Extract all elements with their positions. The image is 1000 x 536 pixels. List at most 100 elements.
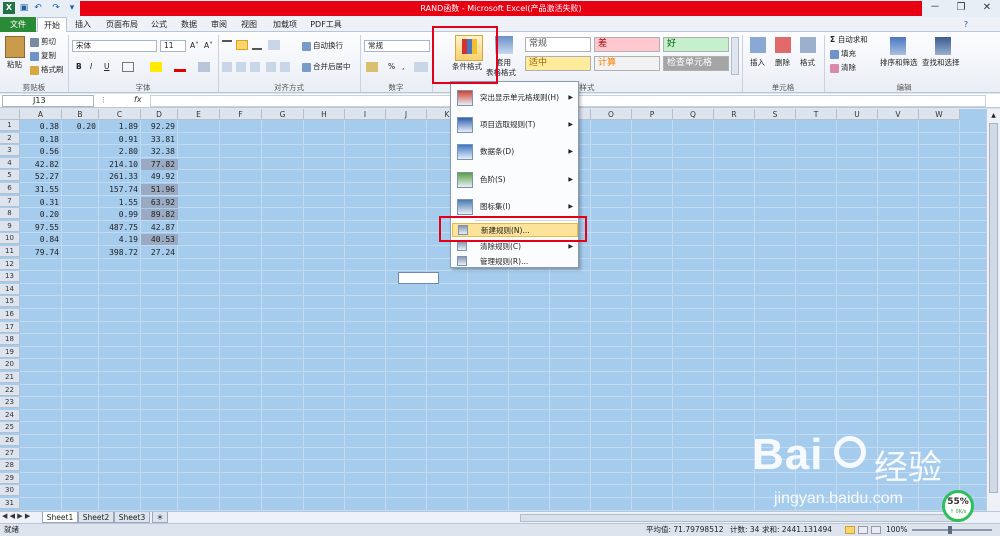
row-header-3[interactable]: 3 [0, 145, 20, 157]
fill-button[interactable]: 填充 [830, 49, 856, 59]
cell-c6[interactable]: 157.74 [99, 184, 141, 195]
column-header-g[interactable]: G [262, 109, 304, 120]
cell-d9[interactable]: 42.87 [141, 222, 178, 233]
cell-b1[interactable]: 0.20 [62, 121, 99, 132]
menu-item-7[interactable]: 管理规则(R)... [452, 255, 578, 268]
menu-item-5[interactable]: 新建规则(N)... [452, 223, 578, 237]
row-header-15[interactable]: 15 [0, 296, 20, 308]
row-header-17[interactable]: 17 [0, 321, 20, 333]
page-break-view-icon[interactable] [871, 526, 881, 534]
column-header-q[interactable]: Q [673, 109, 714, 120]
cell-b8[interactable] [62, 209, 99, 220]
row-header-27[interactable]: 27 [0, 447, 20, 459]
column-header-p[interactable]: P [632, 109, 673, 120]
format-cells-button[interactable]: 格式 [800, 58, 815, 68]
row-header-28[interactable]: 28 [0, 460, 20, 472]
name-box[interactable]: J13 [2, 95, 94, 107]
format-as-table-label-1[interactable]: 套用 [496, 58, 511, 68]
styles-scroll-icon[interactable] [731, 37, 739, 75]
scroll-up-icon[interactable]: ▲ [989, 111, 998, 120]
page-layout-view-icon[interactable] [858, 526, 868, 534]
insert-cells-icon[interactable] [750, 37, 766, 53]
tab-home[interactable]: 开始 [37, 17, 67, 32]
align-right-icon[interactable] [250, 62, 260, 72]
insert-function-button[interactable]: fx [134, 95, 142, 104]
tab-data[interactable]: 数据 [176, 17, 202, 32]
scroll-thumb[interactable] [989, 123, 998, 493]
column-header-s[interactable]: S [755, 109, 796, 120]
merge-center-button[interactable]: 合并后居中 [302, 62, 351, 72]
align-top-icon[interactable] [222, 40, 232, 50]
cell-a6[interactable]: 31.55 [20, 184, 62, 195]
zoom-level[interactable]: 100% [886, 524, 907, 536]
zoom-slider[interactable] [912, 529, 992, 531]
cell-a3[interactable]: 0.56 [20, 146, 62, 157]
row-header-2[interactable]: 2 [0, 132, 20, 144]
cell-style-0[interactable]: 常规 [525, 37, 591, 52]
cell-c4[interactable]: 214.10 [99, 159, 141, 170]
column-header-v[interactable]: V [878, 109, 919, 120]
tab-view[interactable]: 视图 [236, 17, 262, 32]
cell-c10[interactable]: 4.19 [99, 234, 141, 245]
zoom-slider-thumb[interactable] [948, 526, 952, 534]
close-button[interactable]: ✕ [974, 1, 1000, 15]
row-header-12[interactable]: 12 [0, 258, 20, 270]
cell-b10[interactable] [62, 234, 99, 245]
bold-button[interactable]: B [76, 62, 82, 72]
undo-icon[interactable]: ↶ [32, 2, 44, 14]
row-header-18[interactable]: 18 [0, 334, 20, 346]
sort-filter-button[interactable]: 排序和筛选 [880, 58, 918, 68]
column-header-f[interactable]: F [220, 109, 262, 120]
cell-a4[interactable]: 42.82 [20, 159, 62, 170]
cell-b2[interactable] [62, 134, 99, 145]
sheet-tab-2[interactable]: Sheet2 [78, 512, 114, 523]
menu-item-1[interactable]: 项目选取规则(T) ▶ [452, 113, 578, 137]
cell-style-3[interactable]: 适中 [525, 56, 591, 71]
cell-c8[interactable]: 0.99 [99, 209, 141, 220]
tab-file[interactable]: 文件 [0, 17, 36, 32]
cell-d3[interactable]: 32.38 [141, 146, 178, 157]
row-header-14[interactable]: 14 [0, 283, 20, 295]
row-header-1[interactable]: 1 [0, 120, 20, 131]
row-header-25[interactable]: 25 [0, 422, 20, 434]
format-painter-button[interactable]: 格式刷 [30, 65, 64, 75]
cell-c2[interactable]: 0.91 [99, 134, 141, 145]
row-header-24[interactable]: 24 [0, 409, 20, 421]
column-header-d[interactable]: D [141, 109, 178, 120]
cell-b7[interactable] [62, 197, 99, 208]
wrap-text-button[interactable]: 自动换行 [302, 41, 343, 51]
column-header-w[interactable]: W [919, 109, 960, 120]
clear-button[interactable]: 清除 [830, 63, 856, 73]
comma-button[interactable]: , [402, 62, 404, 72]
binoculars-icon[interactable] [935, 37, 951, 55]
row-header-7[interactable]: 7 [0, 195, 20, 207]
cell-a11[interactable]: 79.74 [20, 247, 62, 258]
tab-pdf[interactable]: PDF工具 [306, 17, 346, 32]
paste-icon[interactable] [5, 36, 25, 58]
row-header-29[interactable]: 29 [0, 472, 20, 484]
cell-a5[interactable]: 52.27 [20, 171, 62, 182]
conditional-formatting-button[interactable] [455, 35, 483, 61]
cell-c9[interactable]: 487.75 [99, 222, 141, 233]
row-header-11[interactable]: 11 [0, 246, 20, 257]
fill-color-icon[interactable] [150, 62, 162, 72]
tab-page-layout[interactable]: 页面布局 [100, 17, 144, 32]
currency-icon[interactable] [366, 62, 378, 72]
row-header-4[interactable]: 4 [0, 157, 20, 169]
autosum-button[interactable]: Σ 自动求和 [830, 35, 868, 45]
cell-d7[interactable]: 63.92 [141, 196, 178, 208]
menu-item-2[interactable]: 数据条(D) ▶ [452, 140, 578, 164]
row-header-26[interactable]: 26 [0, 435, 20, 446]
cell-d11[interactable]: 27.24 [141, 247, 178, 258]
column-header-a[interactable]: A [20, 109, 62, 120]
cell-a8[interactable]: 0.20 [20, 209, 62, 220]
format-cells-icon[interactable] [800, 37, 816, 53]
cell-c3[interactable]: 2.80 [99, 146, 141, 157]
percent-button[interactable]: % [388, 62, 395, 72]
cell-d10[interactable]: 40.53 [141, 234, 178, 246]
column-header-e[interactable]: E [178, 109, 220, 120]
help-icon[interactable]: ? [960, 17, 972, 32]
cell-style-4[interactable]: 计算 [594, 56, 660, 71]
find-select-button[interactable]: 查找和选择 [922, 58, 960, 68]
cell-style-1[interactable]: 差 [594, 37, 660, 52]
